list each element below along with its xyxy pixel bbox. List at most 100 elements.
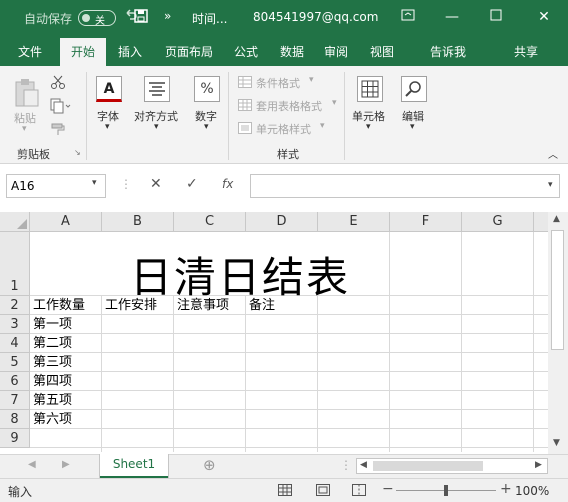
paste-icon[interactable]	[14, 78, 40, 111]
row-header[interactable]: 1	[0, 232, 30, 296]
ribbon-display-icon[interactable]	[396, 9, 420, 25]
close-icon[interactable]: ✕	[532, 9, 556, 25]
editing-dropdown-icon[interactable]: ▾	[410, 122, 415, 132]
select-all-corner[interactable]	[0, 212, 30, 232]
clipboard-launcher-icon[interactable]: ↘	[74, 148, 81, 157]
row-header[interactable]: 6	[0, 372, 30, 391]
alignment-dropdown-icon[interactable]: ▾	[154, 122, 159, 132]
column-header[interactable]: E	[318, 212, 390, 232]
vertical-scrollbar[interactable]: ▲ ▼	[548, 212, 568, 454]
table-format-icon[interactable]	[238, 99, 252, 114]
scroll-left-icon[interactable]: ◀	[360, 460, 367, 470]
horizontal-scrollbar[interactable]: ◀ ▶	[356, 458, 548, 474]
column-header[interactable]: G	[462, 212, 534, 232]
conditional-format-icon[interactable]	[238, 76, 252, 91]
zoom-slider-handle[interactable]	[444, 485, 448, 496]
more-commands-icon[interactable]: »	[164, 9, 171, 23]
item-cell[interactable]: 第四项	[33, 373, 72, 391]
column-header[interactable]	[534, 212, 548, 232]
row-header[interactable]: 2	[0, 296, 30, 315]
cell-style-icon[interactable]	[238, 122, 252, 137]
scroll-down-icon[interactable]: ▼	[553, 438, 560, 448]
cancel-icon[interactable]: ✕	[150, 176, 162, 192]
collapse-ribbon-icon[interactable]: ︿	[548, 146, 558, 161]
scroll-thumb[interactable]	[551, 230, 564, 350]
header-cell[interactable]: 工作数量	[33, 297, 85, 315]
next-sheet-icon[interactable]: ▶	[62, 459, 70, 470]
tab-insert[interactable]: 插入	[110, 38, 150, 66]
row-header[interactable]: 8	[0, 410, 30, 429]
column-header[interactable]: C	[174, 212, 246, 232]
minimize-icon[interactable]: —	[440, 9, 464, 25]
column-header[interactable]: A	[30, 212, 102, 232]
tab-tell-me[interactable]: 告诉我	[426, 38, 470, 66]
tab-view[interactable]: 视图	[362, 38, 402, 66]
header-cell[interactable]: 备注	[249, 297, 275, 315]
font-dropdown-icon[interactable]: ▾	[105, 122, 110, 132]
font-icon[interactable]: A	[96, 76, 122, 102]
column-header[interactable]: F	[390, 212, 462, 232]
tab-page-layout[interactable]: 页面布局	[158, 38, 220, 66]
formula-input[interactable]	[250, 174, 560, 198]
cell-style-button[interactable]: 单元格样式	[256, 121, 311, 137]
row-header[interactable]: 5	[0, 353, 30, 372]
cut-icon[interactable]	[50, 74, 66, 93]
sheet-title[interactable]: 日清日结表	[130, 244, 350, 305]
cells-dropdown-icon[interactable]: ▾	[366, 122, 371, 132]
row-header[interactable]: 9	[0, 429, 30, 448]
zoom-level[interactable]: 100%	[515, 484, 549, 498]
zoom-in-icon[interactable]: +	[500, 481, 512, 497]
expand-formula-icon[interactable]: ▾	[548, 180, 553, 190]
add-sheet-icon[interactable]: ⊕	[203, 456, 216, 474]
worksheet-grid[interactable]: A B C D E F G 1 2 3 4 5 6 7 8 9 日清日结表 工作…	[0, 212, 548, 452]
tab-data[interactable]: 数据	[272, 38, 312, 66]
autosave-toggle[interactable]: 关	[78, 10, 116, 27]
number-dropdown-icon[interactable]: ▾	[204, 122, 209, 132]
row-header[interactable]: 7	[0, 391, 30, 410]
account-email[interactable]: 804541997@qq.com	[253, 10, 378, 24]
normal-view-icon[interactable]	[278, 484, 292, 499]
zoom-out-icon[interactable]: −	[382, 481, 394, 497]
tab-file[interactable]: 文件	[8, 38, 52, 66]
split-handle-icon[interactable]: ⋮	[340, 458, 352, 472]
paste-dropdown-icon[interactable]: ▾	[22, 124, 27, 134]
column-header[interactable]: B	[102, 212, 174, 232]
row-header[interactable]: 4	[0, 334, 30, 353]
column-header[interactable]: D	[246, 212, 318, 232]
conditional-format-button[interactable]: 条件格式	[256, 75, 300, 91]
header-cell[interactable]: 注意事项	[177, 297, 229, 315]
insert-function-icon[interactable]: fx	[222, 177, 233, 191]
h-scroll-thumb[interactable]	[373, 461, 483, 471]
table-format-button[interactable]: 套用表格格式	[256, 98, 322, 114]
page-layout-view-icon[interactable]	[316, 484, 330, 499]
prev-sheet-icon[interactable]: ◀	[28, 459, 36, 470]
find-icon[interactable]	[401, 76, 427, 105]
name-box[interactable]: A16	[6, 174, 106, 198]
conditional-format-dropdown-icon[interactable]: ▾	[309, 75, 314, 85]
item-cell[interactable]: 第三项	[33, 354, 72, 372]
cell-style-dropdown-icon[interactable]: ▾	[320, 121, 325, 131]
scroll-up-icon[interactable]: ▲	[553, 214, 560, 224]
item-cell[interactable]: 第一项	[33, 316, 72, 334]
save-icon[interactable]	[134, 9, 148, 27]
item-cell[interactable]: 第六项	[33, 411, 72, 429]
align-icon[interactable]	[144, 76, 170, 105]
scroll-right-icon[interactable]: ▶	[535, 460, 542, 470]
percent-icon[interactable]: %	[194, 76, 220, 102]
share-button[interactable]: 共享	[510, 38, 542, 66]
tab-formulas[interactable]: 公式	[226, 38, 266, 66]
cells-icon[interactable]	[357, 76, 383, 105]
namebox-dropdown-icon[interactable]: ▾	[92, 178, 97, 188]
maximize-icon[interactable]	[484, 9, 508, 25]
enter-icon[interactable]: ✓	[186, 176, 198, 192]
sheet-tab-sheet1[interactable]: Sheet1	[100, 454, 168, 478]
header-cell[interactable]: 工作安排	[105, 297, 157, 315]
tab-review[interactable]: 审阅	[316, 38, 356, 66]
format-painter-icon[interactable]	[50, 122, 66, 141]
table-format-dropdown-icon[interactable]: ▾	[332, 98, 337, 108]
item-cell[interactable]: 第五项	[33, 392, 72, 410]
item-cell[interactable]: 第二项	[33, 335, 72, 353]
page-break-view-icon[interactable]	[352, 484, 366, 499]
tab-home[interactable]: 开始	[60, 38, 106, 66]
copy-icon[interactable]	[50, 98, 72, 117]
